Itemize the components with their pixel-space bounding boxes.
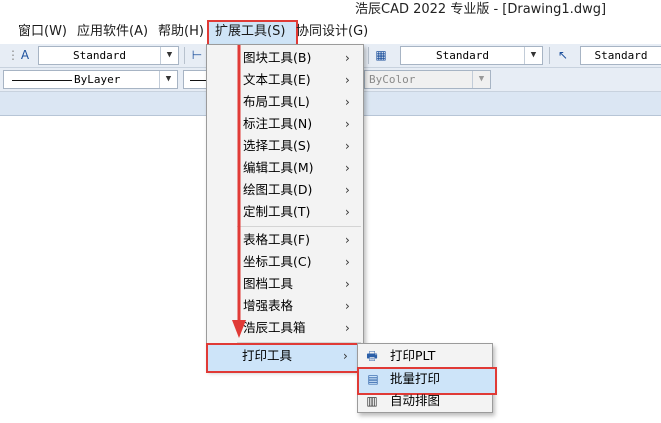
toolbar-divider (549, 47, 550, 64)
chevron-right-icon: › (345, 161, 350, 175)
menu-collab-design[interactable]: 协同设计(G) (296, 20, 368, 44)
menu-item-print-tools[interactable]: 打印工具 › (206, 343, 368, 373)
chevron-right-icon: › (343, 349, 348, 363)
menu-item-table-tools[interactable]: 表格工具(F) › (207, 229, 363, 251)
menu-item-label: 布局工具(L) (243, 94, 310, 109)
toolbar-divider (368, 47, 369, 64)
text-style-icon[interactable]: A (16, 47, 34, 64)
dim-style-icon[interactable]: ⊢ (188, 47, 206, 64)
chevron-down-icon[interactable]: ▼ (160, 47, 178, 64)
linetype-value: ByLayer (74, 73, 121, 86)
extension-tools-menu: 图块工具(B) › 文本工具(E) › 布局工具(L) › 标注工具(N) › … (206, 44, 368, 373)
submenu-item-print-plt[interactable]: 🖶 打印PLT (358, 345, 492, 367)
menu-item-label: 选择工具(S) (243, 138, 311, 153)
menu-item-label: 浩辰工具箱 (243, 320, 306, 335)
menu-item-coordinate-tools[interactable]: 坐标工具(C) › (207, 251, 363, 273)
linetype-sample (12, 80, 72, 81)
plot-style-combo: ByColor ▼ (364, 70, 491, 89)
menu-item-block-tools[interactable]: 图块工具(B) › (207, 47, 363, 69)
menu-item-label: 坐标工具(C) (243, 254, 312, 269)
linetype-combo[interactable]: ByLayer ▼ (3, 70, 178, 89)
menu-item-layout-tools[interactable]: 布局工具(L) › (207, 91, 363, 113)
chevron-down-icon[interactable]: ▼ (524, 47, 542, 64)
menu-item-edit-tools[interactable]: 编辑工具(M) › (207, 157, 363, 179)
menu-item-label: 文本工具(E) (243, 72, 311, 87)
chevron-right-icon: › (345, 321, 350, 335)
menu-item-label: 增强表格 (243, 298, 294, 313)
multileader-style-value: Standard (594, 49, 648, 62)
printer-icon: 🖶 (366, 349, 378, 363)
menu-item-custom-tools[interactable]: 定制工具(T) › (207, 201, 363, 223)
menu-item-label: 打印工具 (242, 348, 293, 363)
menu-item-drawing-file-tools[interactable]: 图档工具 › (207, 273, 363, 295)
menu-item-label: 标注工具(N) (243, 116, 313, 131)
menu-item-label: 表格工具(F) (243, 232, 310, 247)
menu-item-label: 图档工具 (243, 276, 294, 291)
multileader-style-icon[interactable]: ↖ (554, 47, 572, 64)
toolbar-divider (184, 47, 185, 64)
chevron-right-icon: › (345, 255, 350, 269)
menu-item-text-tools[interactable]: 文本工具(E) › (207, 69, 363, 91)
menu-item-draw-tools[interactable]: 绘图工具(D) › (207, 179, 363, 201)
menu-window[interactable]: 窗口(W) (18, 20, 67, 44)
menu-item-label: 图块工具(B) (243, 50, 312, 65)
menu-item-enhanced-table[interactable]: 增强表格 › (207, 295, 363, 317)
window-title: 浩辰CAD 2022 专业版 - [Drawing1.dwg] (355, 2, 607, 17)
menu-item-label: 定制工具(T) (243, 204, 311, 219)
menu-item-select-tools[interactable]: 选择工具(S) › (207, 135, 363, 157)
submenu-item-label: 批量打印 (390, 371, 441, 386)
submenu-item-label: 自动排图 (390, 393, 441, 408)
multileader-style-combo[interactable]: Standard (580, 46, 661, 65)
plot-style-value: ByColor (369, 73, 416, 86)
batch-print-icon: ▤ (367, 372, 379, 386)
menu-item-gstarcad-toolbox[interactable]: 浩辰工具箱 › (207, 317, 363, 339)
chevron-right-icon: › (345, 117, 350, 131)
menu-separator (237, 226, 361, 227)
table-style-combo[interactable]: Standard ▼ (400, 46, 543, 65)
auto-layout-icon: ▥ (366, 394, 378, 408)
text-style-value: Standard (73, 49, 126, 62)
chevron-right-icon: › (345, 277, 350, 291)
chevron-right-icon: › (345, 73, 350, 87)
chevron-down-icon[interactable]: ▼ (159, 71, 177, 88)
chevron-down-icon: ▼ (472, 71, 490, 88)
text-style-combo[interactable]: Standard ▼ (38, 46, 179, 65)
menu-apps[interactable]: 应用软件(A) (77, 20, 148, 44)
table-style-value: Standard (436, 49, 489, 62)
table-style-icon[interactable]: ▦ (372, 47, 390, 64)
chevron-right-icon: › (345, 183, 350, 197)
chevron-right-icon: › (345, 233, 350, 247)
menu-help[interactable]: 帮助(H) (158, 20, 204, 44)
chevron-right-icon: › (345, 205, 350, 219)
menubar: 窗口(W) 应用软件(A) 帮助(H) 扩展工具(S) 协同设计(G) (0, 20, 661, 48)
print-tools-submenu: 🖶 打印PLT ▤ 批量打印 ▥ 自动排图 (357, 343, 497, 413)
menu-item-label: 编辑工具(M) (243, 160, 314, 175)
chevron-right-icon: › (345, 299, 350, 313)
chevron-right-icon: › (345, 139, 350, 153)
chevron-right-icon: › (345, 95, 350, 109)
submenu-item-label: 打印PLT (390, 348, 436, 363)
chevron-right-icon: › (345, 51, 350, 65)
submenu-item-auto-layout[interactable]: ▥ 自动排图 (358, 390, 492, 412)
menu-item-dimension-tools[interactable]: 标注工具(N) › (207, 113, 363, 135)
menu-item-label: 绘图工具(D) (243, 182, 313, 197)
